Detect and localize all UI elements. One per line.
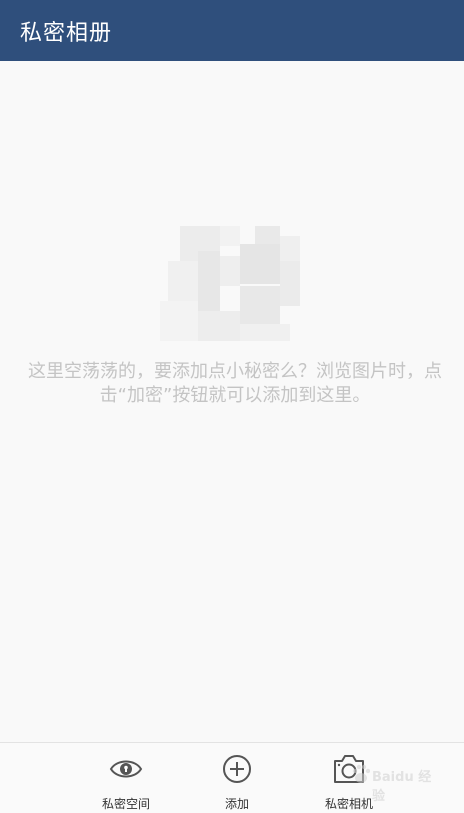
tab-private-space-label: 私密空间	[101, 797, 150, 811]
tab-add-label: 添加	[224, 797, 249, 811]
private-album-screen: 私密相册 这里空荡荡的，要添加点小秘密么？浏览图片时，点击“加密”按钮就可以添加…	[0, 0, 464, 813]
page-title: 私密相册	[20, 20, 113, 46]
tab-private-space[interactable]: 私密空间	[66, 743, 186, 813]
tab-add[interactable]: 添加	[177, 743, 297, 813]
empty-placeholder-image	[160, 226, 300, 341]
baidu-watermark: Baidu 经验	[352, 758, 442, 804]
paw-icon	[352, 764, 370, 783]
watermark-text: Baidu 经验	[372, 770, 432, 804]
app-header: 私密相册	[0, 0, 464, 61]
empty-state: 这里空荡荡的，要添加点小秘密么？浏览图片时，点击“加密”按钮就可以添加到这里。	[0, 61, 464, 742]
eye-icon	[109, 760, 143, 778]
empty-message: 这里空荡荡的，要添加点小秘密么？浏览图片时，点击“加密”按钮就可以添加到这里。	[28, 361, 442, 406]
plus-circle-icon	[223, 755, 251, 783]
